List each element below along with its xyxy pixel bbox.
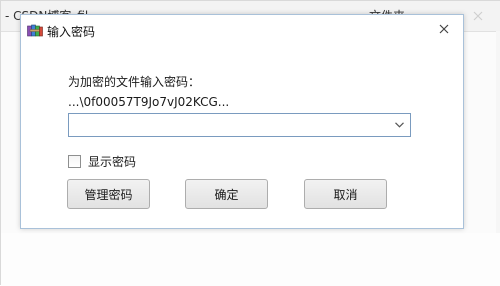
dialog-titlebar: 输入密码: [21, 15, 463, 45]
show-password-label[interactable]: 显示密码: [88, 153, 136, 170]
archive-filename: ...\0f00057T9Jo7vJ02KCG...: [68, 95, 230, 109]
password-prompt: 为加密的文件输入密码：: [68, 75, 201, 89]
winrar-books-icon: [27, 23, 43, 37]
password-dialog: 输入密码 为加密的文件输入密码： ...\0f00057T9Jo7vJ02KCG…: [20, 14, 464, 229]
show-password-checkbox[interactable]: [68, 154, 81, 168]
show-password-row[interactable]: 显示密码: [68, 153, 136, 169]
cancel-button[interactable]: 取消: [304, 179, 387, 209]
background-window-content: [1, 233, 500, 286]
dialog-title: 输入密码: [47, 25, 96, 39]
close-icon[interactable]: [431, 19, 457, 39]
manage-passwords-button[interactable]: 管理密码: [67, 179, 150, 209]
password-input[interactable]: [69, 114, 395, 136]
chevron-down-icon[interactable]: [389, 114, 410, 136]
ok-button[interactable]: 确定: [185, 179, 268, 209]
password-combobox[interactable]: [68, 113, 411, 137]
